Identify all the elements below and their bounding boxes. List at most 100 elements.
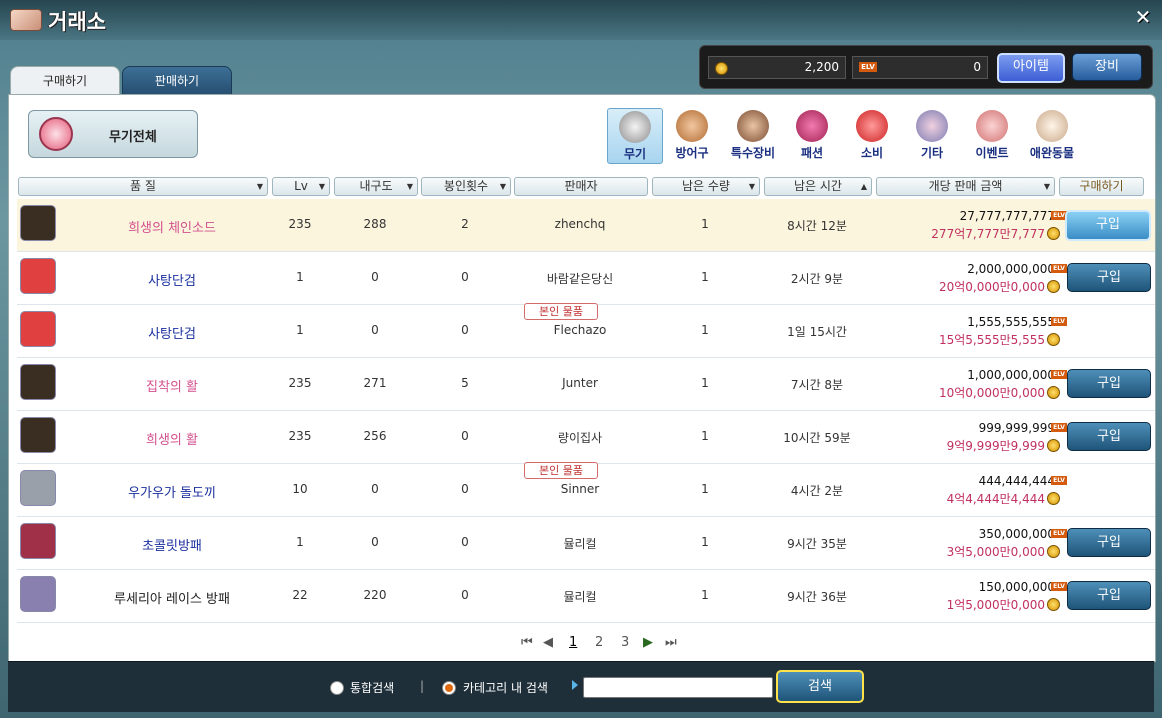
- buy-button[interactable]: 구입: [1065, 210, 1151, 241]
- item-icon: [20, 364, 56, 400]
- item-time: 10시간 59분: [783, 431, 851, 445]
- page-2[interactable]: 2: [595, 635, 603, 650]
- elv-icon: ELV: [1051, 529, 1067, 538]
- header-label: 개당 판매 금액: [928, 179, 1003, 193]
- table-row[interactable]: 본인 물품 우가우가 돌도끼 10 0 0 Sinner 1 4시간 2분 444,444,44…: [17, 462, 1155, 517]
- tab-sell[interactable]: 판매하기: [122, 66, 232, 96]
- meso-box: 2,200: [708, 56, 846, 79]
- item-seller: 뮬리컬: [563, 537, 597, 551]
- item-mode-button[interactable]: 아이템: [997, 53, 1065, 83]
- box-icon: [916, 110, 948, 142]
- item-price: 350,000,000: [978, 527, 1055, 541]
- page-3[interactable]: 3: [621, 635, 629, 650]
- page-1[interactable]: 1: [569, 635, 577, 650]
- buy-button[interactable]: 구입: [1067, 263, 1151, 292]
- meso-coin-icon: [1047, 333, 1060, 346]
- category-armor[interactable]: 방어구: [665, 108, 719, 162]
- all-weapons-button[interactable]: 무기전체: [28, 110, 198, 158]
- radio-all-search[interactable]: [330, 681, 344, 695]
- item-price: 1,555,555,555: [967, 315, 1055, 329]
- table-row[interactable]: 집착의 활 235 271 5 Junter 1 7시간 8분 1,000,000,000 EL…: [17, 358, 1155, 411]
- header-seller: 판매자: [514, 177, 648, 196]
- table-row[interactable]: 희생의 활 235 256 0 량이집사 1 10시간 59분 999,999,999 ELV 9…: [17, 411, 1155, 464]
- category-search-label: 카테고리 내 검색: [463, 681, 548, 695]
- buy-button[interactable]: 구입: [1067, 422, 1151, 451]
- item-durability: 288: [363, 217, 387, 231]
- item-qty: 1: [701, 535, 709, 549]
- buy-button[interactable]: 구입: [1067, 581, 1151, 610]
- item-name: 초콜릿방패: [142, 539, 202, 554]
- item-price-korean: 15억5,555만5,555: [938, 333, 1045, 347]
- item-name: 우가우가 돌도끼: [128, 486, 216, 501]
- item-seal: 0: [461, 323, 469, 337]
- item-seal: 2: [461, 217, 469, 231]
- potion-icon: [856, 110, 888, 142]
- last-page-icon[interactable]: ⏭: [665, 635, 677, 650]
- item-durability: 271: [363, 376, 387, 390]
- gear-icon: [737, 110, 769, 142]
- category-label: 애완동물: [1029, 146, 1075, 160]
- dropdown-arrow-icon: ▼: [499, 182, 506, 191]
- prev-page-icon[interactable]: ◀: [543, 635, 553, 650]
- item-qty: 1: [701, 376, 709, 390]
- meso-coin-icon: [1047, 492, 1060, 505]
- sword-icon: [619, 111, 651, 143]
- header-label: 남은 시간: [794, 179, 842, 193]
- item-qty: 1: [701, 217, 709, 231]
- header-buy: 구매하기: [1059, 177, 1144, 196]
- ticket-icon: [976, 110, 1008, 142]
- category-pet[interactable]: 애완동물: [1025, 108, 1079, 162]
- item-name: 루세리아 레이스 방패: [114, 592, 230, 607]
- header-quality[interactable]: 품 질 ▼: [18, 177, 268, 196]
- header-qty[interactable]: 남은 수량 ▼: [652, 177, 760, 196]
- category-etc[interactable]: 기타: [905, 108, 959, 162]
- table-row[interactable]: 루세리아 레이스 방패 22 220 0 뮬리컬 1 9시간 36분 150,000,000 E…: [17, 570, 1155, 623]
- item-lv: 1: [296, 270, 304, 284]
- equip-mode-button[interactable]: 장비: [1072, 53, 1142, 81]
- category-special[interactable]: 특수장비: [726, 108, 780, 162]
- item-seller: 뮬리컬: [563, 590, 597, 604]
- buy-button[interactable]: 구입: [1067, 369, 1151, 398]
- search-input[interactable]: [583, 677, 773, 698]
- item-lv: 235: [288, 429, 312, 443]
- category-event[interactable]: 이벤트: [965, 108, 1019, 162]
- header-label: 구매하기: [1079, 179, 1124, 193]
- item-qty: 1: [701, 482, 709, 496]
- tab-buy[interactable]: 구매하기: [10, 66, 120, 97]
- item-name: 희생의 활: [146, 433, 198, 448]
- all-weapons-label: 무기전체: [109, 130, 157, 145]
- dropdown-arrow-icon: ▼: [406, 182, 413, 191]
- item-icon: [20, 417, 56, 453]
- item-seal: 0: [461, 482, 469, 496]
- title-bar: 거래소 ✕: [0, 0, 1162, 40]
- item-durability: 0: [371, 323, 379, 337]
- category-fashion[interactable]: 패션: [785, 108, 839, 162]
- first-page-icon[interactable]: ⏮: [521, 635, 533, 650]
- table-row[interactable]: 초콜릿방패 1 0 0 뮬리컬 1 9시간 35분 350,000,000 ELV 3억5,000…: [17, 517, 1155, 570]
- category-weapon[interactable]: 무기: [607, 108, 663, 164]
- category-consume[interactable]: 소비: [845, 108, 899, 162]
- item-seller: Flechazo: [553, 323, 607, 337]
- table-row[interactable]: 본인 물품 사탕단검 1 0 0 Flechazo 1 1일 15시간 1,555,555,55…: [17, 303, 1155, 358]
- table-row[interactable]: 희생의 체인소드 235 288 2 zhenchq 1 8시간 12분 27,777,777…: [17, 199, 1155, 252]
- header-durability[interactable]: 내구도 ▼: [334, 177, 418, 196]
- header-label: 남은 수량: [682, 179, 730, 193]
- elv-icon: ELV: [1051, 370, 1067, 379]
- table-row[interactable]: 사탕단검 1 0 0 바람같은당신 1 2시간 9분 2,000,000,000 ELV 20억0…: [17, 252, 1155, 305]
- header-lv[interactable]: Lv ▼: [272, 177, 330, 196]
- header-seal[interactable]: 봉인횟수 ▼: [421, 177, 511, 196]
- item-icon: [20, 311, 56, 347]
- header-price[interactable]: 개당 판매 금액 ▼: [876, 177, 1055, 196]
- window-title: 거래소: [48, 10, 106, 34]
- category-label: 소비: [860, 146, 884, 160]
- next-page-icon[interactable]: ▶: [643, 635, 653, 650]
- radio-category-search[interactable]: [442, 681, 456, 695]
- main-panel: 무기전체 무기 방어구 특수장비 패션 소비 기타 이벤트 애완동물 품 질 ▼ …: [8, 94, 1156, 662]
- item-icon: [20, 258, 56, 294]
- header-time[interactable]: 남은 시간 ▲: [764, 177, 872, 196]
- search-button[interactable]: 검색: [776, 670, 864, 703]
- item-icon: [20, 205, 56, 241]
- close-button[interactable]: ✕: [1132, 6, 1154, 28]
- buy-button[interactable]: 구입: [1067, 528, 1151, 557]
- category-label: 이벤트: [975, 146, 1009, 160]
